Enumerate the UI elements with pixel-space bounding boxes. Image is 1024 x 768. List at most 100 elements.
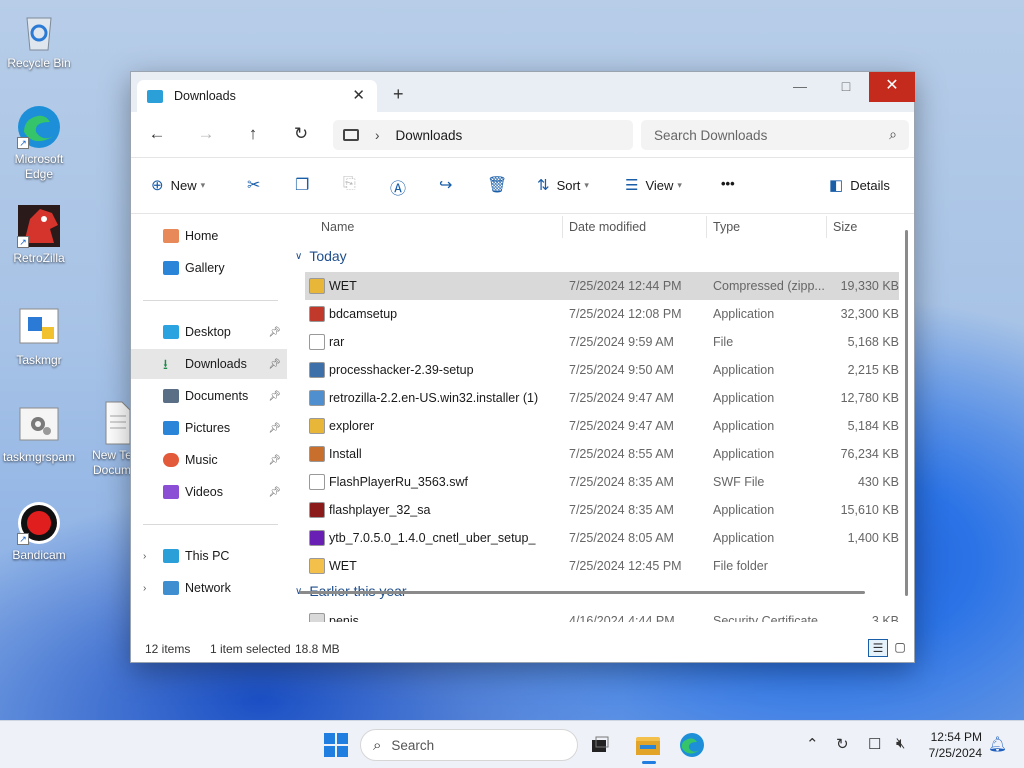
- file-row[interactable]: processhacker-2.39-setup 7/25/2024 9:50 A…: [305, 356, 899, 384]
- minimize-button[interactable]: —: [777, 72, 823, 102]
- file-row[interactable]: Install 7/25/2024 8:55 AM Application 76,23…: [305, 440, 899, 468]
- tab-downloads[interactable]: Downloads ✕: [137, 80, 377, 112]
- file-row[interactable]: flashplayer_32_sa 7/25/2024 8:35 AM Applic…: [305, 496, 899, 524]
- breadcrumb-location[interactable]: Downloads: [396, 128, 463, 143]
- sidebar-item-pictures[interactable]: Pictures 📌︎: [131, 413, 287, 443]
- file-explorer-taskbar-button[interactable]: [634, 731, 662, 764]
- vertical-scrollbar[interactable]: [905, 230, 908, 596]
- system-clock[interactable]: 12:54 PM 7/25/2024: [929, 729, 982, 761]
- sidebar-item-videos[interactable]: Videos 📌︎: [131, 477, 287, 507]
- file-row[interactable]: penis 4/16/2024 4:44 PM Security Certifica…: [305, 607, 899, 622]
- close-tab-button[interactable]: ✕: [352, 86, 365, 104]
- back-button[interactable]: ←: [145, 124, 169, 144]
- display-tray-icon[interactable]: ☐: [868, 735, 881, 753]
- file-type: File folder: [713, 559, 768, 573]
- more-options-button[interactable]: •••: [721, 176, 735, 191]
- close-window-button[interactable]: ✕: [869, 72, 915, 102]
- breadcrumb[interactable]: › Downloads: [333, 120, 633, 150]
- column-header-type[interactable]: Type: [713, 220, 740, 234]
- desktop-icon-recycle-bin[interactable]: Recycle Bin: [2, 8, 76, 71]
- sidebar-item-desktop[interactable]: Desktop 📌︎: [131, 317, 287, 347]
- show-hidden-icons-button[interactable]: ⌃: [806, 735, 819, 753]
- file-row[interactable]: ytb_7.0.5.0_1.4.0_cnetl_uber_setup_ 7/25/…: [305, 524, 899, 552]
- sidebar-item-music[interactable]: Music 📌︎: [131, 445, 287, 475]
- paste-icon[interactable]: ⎘: [343, 175, 356, 193]
- file-date-modified: 7/25/2024 9:50 AM: [569, 363, 674, 377]
- pin-icon[interactable]: 📌︎: [268, 359, 281, 370]
- chevron-down-icon: ▾: [584, 179, 589, 190]
- horizontal-scrollbar[interactable]: [299, 591, 865, 594]
- desktop-icon-edge[interactable]: ↗ Microsoft Edge: [2, 104, 76, 182]
- view-button[interactable]: ☰ View ▾: [625, 176, 682, 194]
- column-header-size[interactable]: Size: [833, 220, 857, 234]
- pin-icon[interactable]: 📌︎: [268, 423, 281, 434]
- sidebar-item-this-pc[interactable]: › This PC: [131, 541, 287, 571]
- sidebar-item-documents[interactable]: Documents 📌︎: [131, 381, 287, 411]
- edge-icon: ↗: [16, 104, 62, 150]
- file-list: Name Date modified Type Size ∨ Today WET…: [289, 214, 914, 622]
- file-name: FlashPlayerRu_3563.swf: [329, 475, 468, 489]
- group-header-today[interactable]: ∨ Today: [295, 248, 347, 264]
- chevron-right-icon[interactable]: ›: [375, 128, 380, 143]
- pin-icon[interactable]: 📌︎: [268, 487, 281, 498]
- sidebar-divider: [143, 300, 278, 301]
- file-row[interactable]: rar 7/25/2024 9:59 AM File 5,168 KB: [305, 328, 899, 356]
- volume-muted-icon[interactable]: 🔇︎: [896, 735, 905, 752]
- search-input[interactable]: Search Downloads ⌕: [641, 120, 909, 150]
- folder-icon: [309, 558, 325, 574]
- task-view-icon: [592, 736, 609, 752]
- file-row[interactable]: bdcamsetup 7/25/2024 12:08 PM Application 3…: [305, 300, 899, 328]
- sidebar-item-label: Home: [185, 229, 219, 243]
- file-row[interactable]: retrozilla-2.2.en-US.win32.installer (1)…: [305, 384, 899, 412]
- pin-icon[interactable]: 📌︎: [268, 327, 281, 338]
- up-button[interactable]: ↑: [241, 124, 265, 144]
- file-row[interactable]: explorer 7/25/2024 9:47 AM Application 5,18…: [305, 412, 899, 440]
- pin-icon[interactable]: 📌︎: [268, 391, 281, 402]
- sort-button[interactable]: ⇅ Sort ▾: [537, 176, 589, 194]
- desktop-icon-bandicam[interactable]: ↗ Bandicam: [2, 500, 76, 563]
- title-bar[interactable]: Downloads ✕ + — □ ✕: [131, 72, 915, 112]
- desktop-icon-taskmgrspam[interactable]: taskmgrspam: [2, 402, 76, 465]
- notification-bell-icon[interactable]: 🔔︎: [988, 735, 1007, 753]
- tiles-view-button[interactable]: ▢: [890, 639, 910, 657]
- file-name: rar: [329, 335, 345, 349]
- sidebar-item-gallery[interactable]: Gallery: [131, 253, 287, 283]
- delete-icon[interactable]: 🗑︎: [487, 175, 507, 195]
- retrozilla-icon: ↗: [16, 203, 62, 249]
- task-view-button[interactable]: [586, 731, 614, 759]
- chevron-right-icon[interactable]: ›: [143, 551, 146, 562]
- sync-tray-icon[interactable]: ↻: [836, 735, 849, 753]
- start-button[interactable]: [322, 731, 350, 759]
- maximize-button[interactable]: □: [823, 72, 869, 102]
- file-row[interactable]: WET 7/25/2024 12:44 PM Compressed (zipp...…: [305, 272, 899, 300]
- column-divider[interactable]: [826, 216, 827, 238]
- desktop-icon-taskmgr[interactable]: Taskmgr: [2, 305, 76, 368]
- details-view-button[interactable]: ☰: [868, 639, 888, 657]
- column-divider[interactable]: [562, 216, 563, 238]
- file-row[interactable]: WET 7/25/2024 12:45 PM File folder: [305, 552, 899, 580]
- column-header-date-modified[interactable]: Date modified: [569, 220, 646, 234]
- chevron-right-icon[interactable]: ›: [143, 583, 146, 594]
- details-pane-button[interactable]: ◧ Details: [829, 176, 890, 194]
- desktop-icon-retrozilla[interactable]: ↗ RetroZilla: [2, 203, 76, 266]
- desktop-icon: [163, 325, 179, 339]
- sidebar-item-network[interactable]: › Network: [131, 573, 287, 603]
- flash-icon: [309, 502, 325, 518]
- new-button[interactable]: ⊕ New ▾: [151, 176, 205, 194]
- sidebar-item-downloads[interactable]: ⭳ Downloads 📌︎: [131, 349, 287, 379]
- cut-icon[interactable]: ✂: [247, 175, 260, 195]
- copy-icon[interactable]: ❐: [295, 175, 309, 195]
- share-icon[interactable]: ↪: [439, 175, 452, 195]
- forward-button[interactable]: →: [194, 124, 218, 144]
- pin-icon[interactable]: 📌︎: [268, 455, 281, 466]
- shortcut-arrow-icon: ↗: [17, 137, 29, 149]
- new-tab-button[interactable]: +: [393, 84, 404, 105]
- edge-taskbar-button[interactable]: [678, 731, 706, 759]
- sidebar-item-home[interactable]: Home: [131, 221, 287, 251]
- taskbar-search[interactable]: ⌕ Search: [360, 729, 578, 761]
- rename-icon[interactable]: Ⓐ: [390, 175, 406, 199]
- column-divider[interactable]: [706, 216, 707, 238]
- refresh-button[interactable]: ↻: [289, 124, 313, 144]
- file-row[interactable]: FlashPlayerRu_3563.swf 7/25/2024 8:35 AM S…: [305, 468, 899, 496]
- column-header-name[interactable]: Name: [321, 220, 354, 234]
